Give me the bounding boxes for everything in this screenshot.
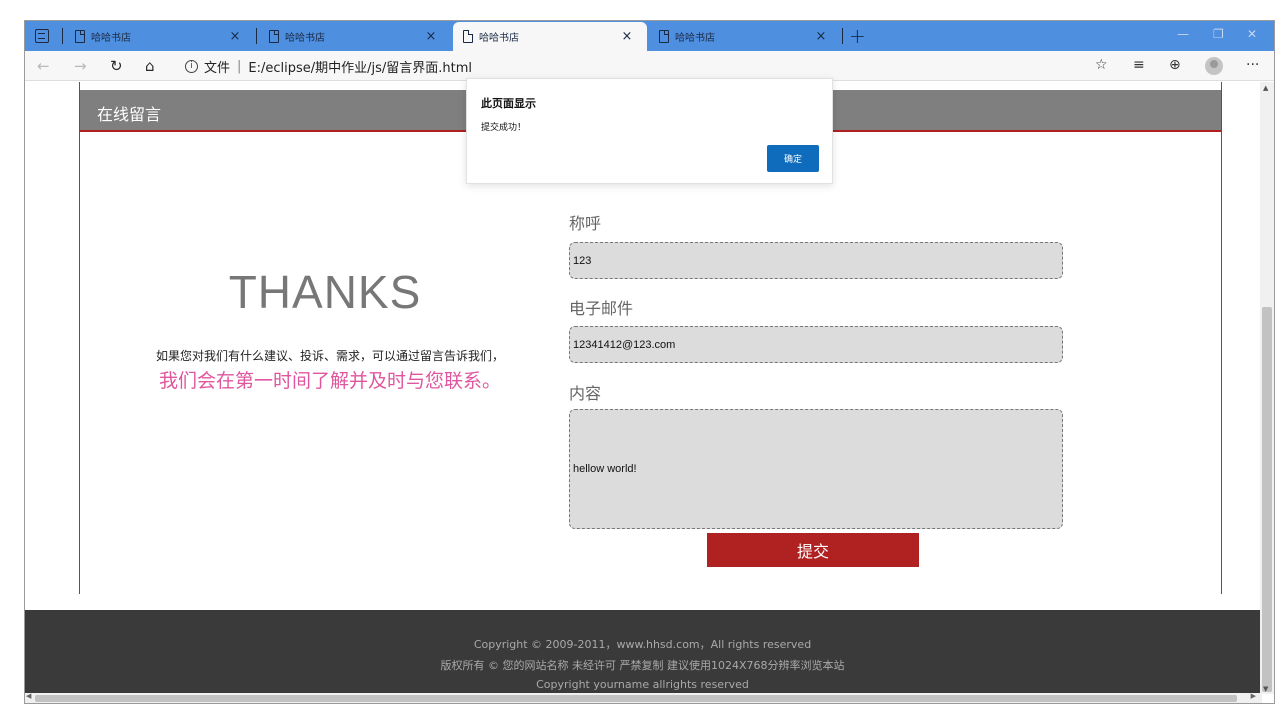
tab-actions-icon[interactable]	[35, 29, 49, 43]
tab-title: 哈哈书店	[675, 32, 715, 44]
scroll-left-arrow-icon[interactable]: ◀	[26, 692, 31, 700]
info-icon[interactable]: i	[185, 59, 198, 73]
thanks-description: 如果您对我们有什么建议、投诉、需求，可以通过留言告诉我们，	[155, 349, 504, 363]
close-window-icon[interactable]: ✕	[1247, 27, 1257, 41]
content-textarea[interactable]: hellow world!	[569, 409, 1063, 529]
browser-window: 哈哈书店 × 哈哈书店 × 哈哈书店 × 哈哈书店 × + — ❐ ✕ ← → …	[24, 20, 1275, 704]
submit-button[interactable]: 提交	[707, 533, 919, 567]
tab-1[interactable]: 哈哈书店 ×	[65, 21, 255, 51]
vertical-scrollbar[interactable]: ▲ ▼	[1260, 82, 1274, 694]
alert-dialog: 此页面显示 提交成功！ 确定	[466, 78, 833, 184]
maximize-icon[interactable]: ❐	[1213, 27, 1224, 41]
close-icon[interactable]: ×	[423, 29, 439, 44]
tab-separator	[62, 28, 63, 44]
page-icon	[269, 29, 279, 43]
close-icon[interactable]: ×	[227, 29, 243, 44]
footer-rights: 版权所有 © 您的网站名称 未经许可 严禁复制 建议使用1024X768分辨率浏…	[440, 659, 845, 672]
dialog-ok-button[interactable]: 确定	[767, 145, 819, 172]
email-input[interactable]: 12341412@123.com	[569, 326, 1063, 363]
url-text: E:/eclipse/期中作业/js/留言界面.html	[248, 60, 473, 76]
name-input[interactable]: 123	[569, 242, 1063, 279]
profile-avatar[interactable]	[1205, 57, 1223, 75]
content-label: 内容	[569, 384, 602, 403]
collections-icon[interactable]: ⊕	[1169, 57, 1181, 73]
tab-title: 哈哈书店	[285, 32, 325, 44]
close-icon[interactable]: ×	[813, 29, 829, 44]
close-icon[interactable]: ×	[619, 29, 635, 44]
tab-title: 哈哈书店	[91, 32, 131, 44]
scroll-down-arrow-icon[interactable]: ▼	[1263, 685, 1268, 693]
footer-author: Copyright yourname allrights reserved	[536, 678, 749, 691]
tab-3-active[interactable]: 哈哈书店 ×	[453, 22, 647, 51]
panel-title: 在线留言	[97, 105, 162, 124]
tab-4[interactable]: 哈哈书店 ×	[649, 21, 841, 51]
address-separator: |	[237, 58, 242, 74]
dialog-message: 提交成功！	[481, 123, 527, 133]
scrollbar-thumb[interactable]	[35, 695, 1237, 702]
horizontal-scrollbar[interactable]: ◀ ▶	[25, 692, 1262, 703]
tab-2[interactable]: 哈哈书店 ×	[259, 21, 451, 51]
tab-strip: 哈哈书店 × 哈哈书店 × 哈哈书店 × 哈哈书店 × + — ❐ ✕	[25, 21, 1274, 51]
tab-title: 哈哈书店	[479, 33, 519, 44]
home-icon[interactable]: ⌂	[145, 57, 155, 75]
file-label: 文件	[204, 60, 231, 76]
thanks-highlight: 我们会在第一时间了解并及时与您联系。	[158, 370, 501, 392]
minimize-icon[interactable]: —	[1177, 27, 1189, 41]
email-label: 电子邮件	[569, 299, 634, 318]
dialog-title: 此页面显示	[481, 97, 536, 110]
refresh-icon[interactable]: ↻	[110, 57, 123, 75]
tab-separator	[842, 28, 843, 44]
page-icon	[659, 29, 669, 43]
back-icon[interactable]: ←	[37, 57, 50, 75]
name-label: 称呼	[569, 214, 602, 233]
scroll-right-arrow-icon[interactable]: ▶	[1251, 692, 1256, 700]
page-footer: Copyright © 2009-2011，www.hhsd.com，All r…	[25, 610, 1260, 694]
footer-copyright: Copyright © 2009-2011，www.hhsd.com，All r…	[473, 638, 812, 651]
scrollbar-thumb[interactable]	[1262, 307, 1272, 692]
page-icon	[75, 29, 85, 43]
tab-separator	[256, 28, 257, 44]
address-bar[interactable]: i 文件 | E:/eclipse/期中作业/js/留言界面.html	[185, 56, 472, 76]
new-tab-button[interactable]: +	[849, 24, 866, 48]
more-menu-icon[interactable]: ···	[1246, 57, 1259, 73]
scroll-up-arrow-icon[interactable]: ▲	[1263, 84, 1268, 92]
address-toolbar: ← → ↻ ⌂ i 文件 | E:/eclipse/期中作业/js/留言界面.h…	[25, 51, 1274, 81]
favorites-icon[interactable]: ≡	[1133, 57, 1145, 73]
thanks-heading: THANKS	[228, 266, 422, 318]
page-icon	[463, 30, 473, 43]
favorite-add-icon[interactable]: ☆	[1095, 57, 1108, 73]
forward-icon[interactable]: →	[74, 57, 87, 75]
